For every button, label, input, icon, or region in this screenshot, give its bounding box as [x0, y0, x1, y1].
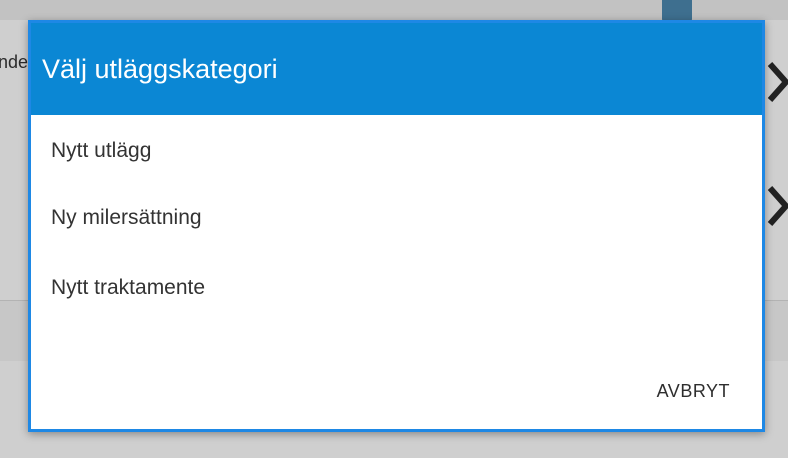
chevron-right-icon — [767, 62, 788, 102]
option-label: Ny milersättning — [51, 206, 202, 229]
expense-category-dialog: Välj utläggskategori Nytt utlägg Ny mile… — [28, 20, 765, 432]
dialog-footer: AVBRYT — [31, 363, 762, 423]
option-label: Nytt traktamente — [51, 276, 206, 299]
dialog-title: Välj utläggskategori — [42, 54, 278, 84]
option-new-mileage[interactable]: Ny milersättning — [31, 183, 762, 253]
option-new-allowance[interactable]: Nytt traktamente — [31, 253, 762, 323]
background-text: nde — [0, 52, 29, 72]
option-label: Nytt utlägg — [51, 139, 152, 162]
chevron-right-icon — [767, 186, 788, 226]
cancel-button[interactable]: AVBRYT — [649, 377, 738, 406]
option-new-expense[interactable]: Nytt utlägg — [31, 115, 762, 183]
background-thumbnail — [662, 0, 692, 22]
category-option-list: Nytt utlägg Ny milersättning Nytt trakta… — [31, 115, 762, 323]
dialog-header: Välj utläggskategori — [31, 23, 762, 115]
